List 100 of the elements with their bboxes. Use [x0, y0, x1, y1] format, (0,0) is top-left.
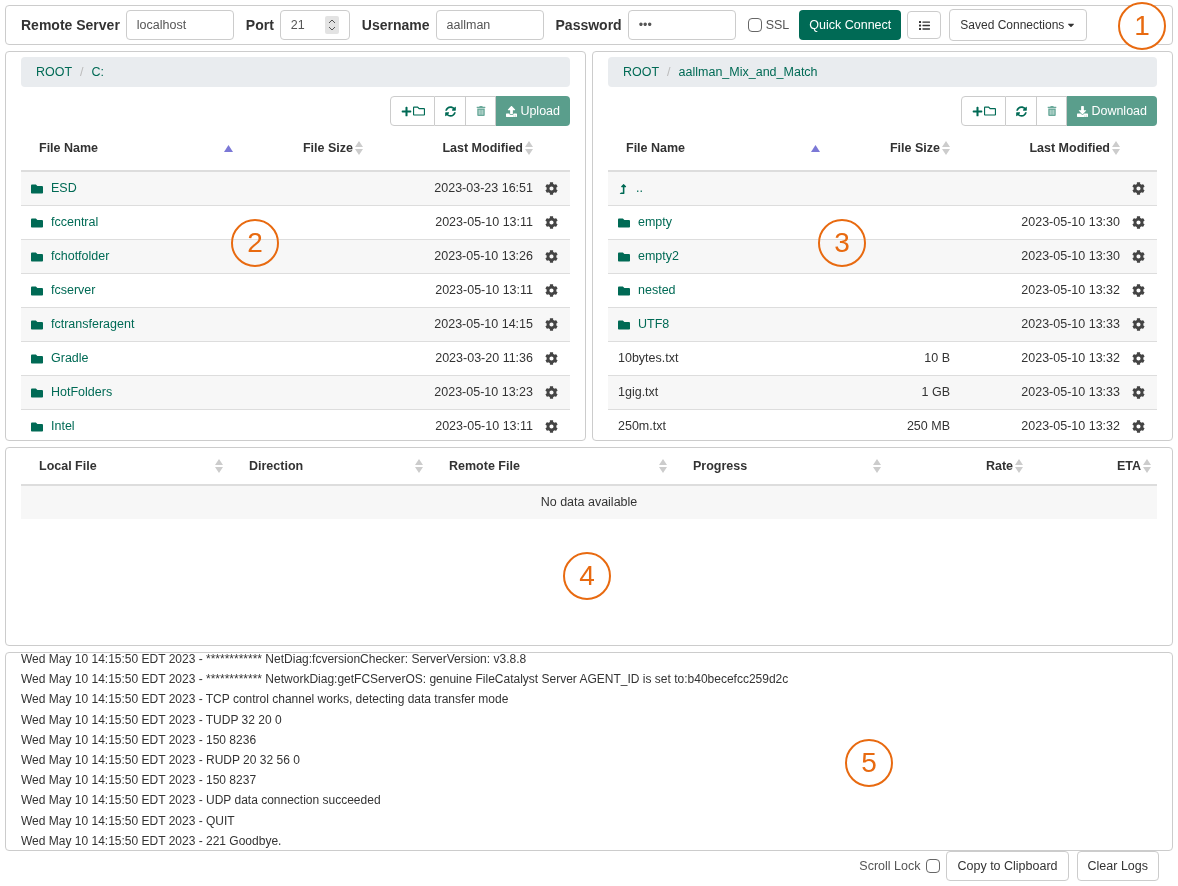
modified-date: 2023-05-10 13:11 [435, 282, 533, 300]
settings-icon[interactable] [1132, 216, 1145, 229]
port-field[interactable]: 21 [279, 10, 350, 40]
download-icon [1077, 105, 1089, 117]
sort-icon [1143, 459, 1151, 473]
breadcrumb-link[interactable]: C: [91, 62, 105, 82]
log-line: Wed May 10 14:15:50 EDT 2023 - ************ NetDiag:fcversionChecker: ServerVersion: v3.8.8 [21, 653, 527, 668]
new-folder-button[interactable] [961, 96, 1007, 126]
file-row[interactable]: 1gig.txt 1 GB 2023-05-10 13:33 [608, 376, 1157, 410]
file-name: empty2 [638, 248, 679, 266]
refresh-icon [1015, 105, 1027, 117]
modified-date: 2023-03-20 11:36 [435, 350, 533, 368]
settings-icon[interactable] [545, 420, 558, 433]
folder-icon [31, 284, 43, 297]
username-field[interactable]: aallman [435, 10, 544, 40]
modified-date: 2023-05-10 13:30 [1021, 214, 1120, 232]
column-header[interactable]: Last Modified [1029, 138, 1110, 158]
file-name: 250m.txt [618, 418, 666, 436]
file-name: Intel [51, 418, 75, 436]
modified-date: 2023-05-10 13:26 [434, 248, 533, 266]
plus-icon [400, 105, 412, 117]
folder-icon [618, 216, 630, 229]
file-row[interactable]: fctransferagent 2023-05-10 14:15 [21, 308, 570, 342]
copy-button[interactable]: Copy to Clipboard [946, 851, 1069, 881]
quick-connect-button[interactable]: Quick Connect [799, 10, 902, 40]
checkbox-label: Scroll Lock [859, 857, 921, 875]
folder-icon [31, 182, 43, 195]
column-header[interactable]: Last Modified [442, 138, 523, 158]
settings-icon[interactable] [1132, 386, 1145, 399]
column-header[interactable]: File Name [39, 138, 99, 158]
folder-icon [983, 105, 996, 117]
settings-icon[interactable] [545, 284, 558, 297]
file-name: empty [638, 214, 673, 232]
password-field[interactable]: ••• [627, 10, 736, 40]
callout-number: 2 [231, 219, 279, 267]
folder-icon [618, 318, 630, 331]
breadcrumb-separator: / [667, 63, 671, 81]
spinner-icon[interactable] [324, 16, 339, 34]
column-header[interactable]: Local File [39, 456, 97, 476]
settings-icon[interactable] [1132, 420, 1145, 433]
upload-icon [506, 105, 518, 117]
column-header[interactable]: Rate [985, 456, 1013, 476]
settings-icon[interactable] [1132, 318, 1145, 331]
log-line: Wed May 10 14:15:50 EDT 2023 - RUDP 20 32 56 0 [21, 751, 300, 769]
file-row[interactable]: ESD 2023-03-23 16:51 [21, 172, 570, 206]
modified-date: 2023-05-10 13:23 [434, 384, 533, 402]
column-header[interactable]: File Size [889, 138, 940, 158]
folder-icon [31, 386, 43, 399]
settings-icon[interactable] [545, 216, 558, 229]
callout-number: 5 [845, 739, 893, 787]
file-row[interactable]: .. [608, 172, 1157, 206]
settings-icon[interactable] [545, 386, 558, 399]
breadcrumb-link[interactable]: ROOT [623, 62, 660, 82]
refresh-icon [444, 105, 456, 117]
saved-connections-dropdown[interactable]: Saved Connections [949, 9, 1088, 41]
file-size: 250 MB [906, 418, 950, 436]
modified-date: 2023-05-10 13:32 [1021, 418, 1120, 436]
log-line: Wed May 10 14:15:50 EDT 2023 - 150 8237 [21, 772, 257, 790]
clear-logs-button[interactable]: Clear Logs [1076, 851, 1159, 881]
folder-icon [31, 420, 43, 433]
log-line: Wed May 10 14:15:50 EDT 2023 - 150 8236 [21, 731, 257, 749]
breadcrumb-link[interactable]: aallman_Mix_and_Match [678, 62, 818, 82]
list-button[interactable] [907, 11, 942, 39]
settings-icon[interactable] [1132, 182, 1145, 195]
settings-icon[interactable] [1132, 352, 1145, 365]
column-header[interactable]: ETA [1116, 456, 1141, 476]
up-arrow-icon [618, 183, 628, 194]
column-header[interactable]: Progress [693, 456, 748, 476]
folder-icon [618, 250, 630, 263]
column-header[interactable]: Direction [249, 456, 304, 476]
file-name: UTF8 [638, 316, 670, 334]
file-size: 10 B [924, 350, 950, 368]
file-name: fcserver [51, 282, 96, 300]
settings-icon[interactable] [545, 352, 558, 365]
settings-icon[interactable] [1132, 284, 1145, 297]
column-header[interactable]: Remote File [449, 456, 520, 476]
sort-icon [1015, 459, 1023, 473]
settings-icon[interactable] [545, 182, 558, 195]
file-row[interactable]: UTF8 2023-05-10 13:33 [608, 308, 1157, 342]
field-label: Port [245, 15, 274, 35]
sort-icon [873, 459, 881, 473]
file-name: fchotfolder [51, 248, 110, 266]
settings-icon[interactable] [1132, 250, 1145, 263]
refresh-button[interactable] [435, 96, 467, 126]
server-field[interactable]: localhost [125, 10, 234, 40]
new-folder-button[interactable] [390, 96, 436, 126]
column-header[interactable]: File Size [302, 138, 353, 158]
settings-icon[interactable] [545, 250, 558, 263]
checkbox[interactable] [747, 18, 762, 32]
refresh-button[interactable] [1006, 96, 1038, 126]
breadcrumb-link[interactable]: ROOT [36, 62, 73, 82]
checkbox[interactable] [926, 859, 941, 873]
folder-icon [31, 250, 43, 263]
file-row[interactable]: HotFolders 2023-05-10 13:23 [21, 376, 570, 410]
column-header[interactable]: File Name [626, 138, 686, 158]
modified-date: 2023-05-10 13:11 [435, 418, 533, 436]
modified-date: 2023-05-10 13:30 [1021, 248, 1120, 266]
settings-icon[interactable] [545, 318, 558, 331]
modified-date: 2023-05-10 14:15 [434, 316, 533, 334]
folder-icon [31, 352, 43, 365]
